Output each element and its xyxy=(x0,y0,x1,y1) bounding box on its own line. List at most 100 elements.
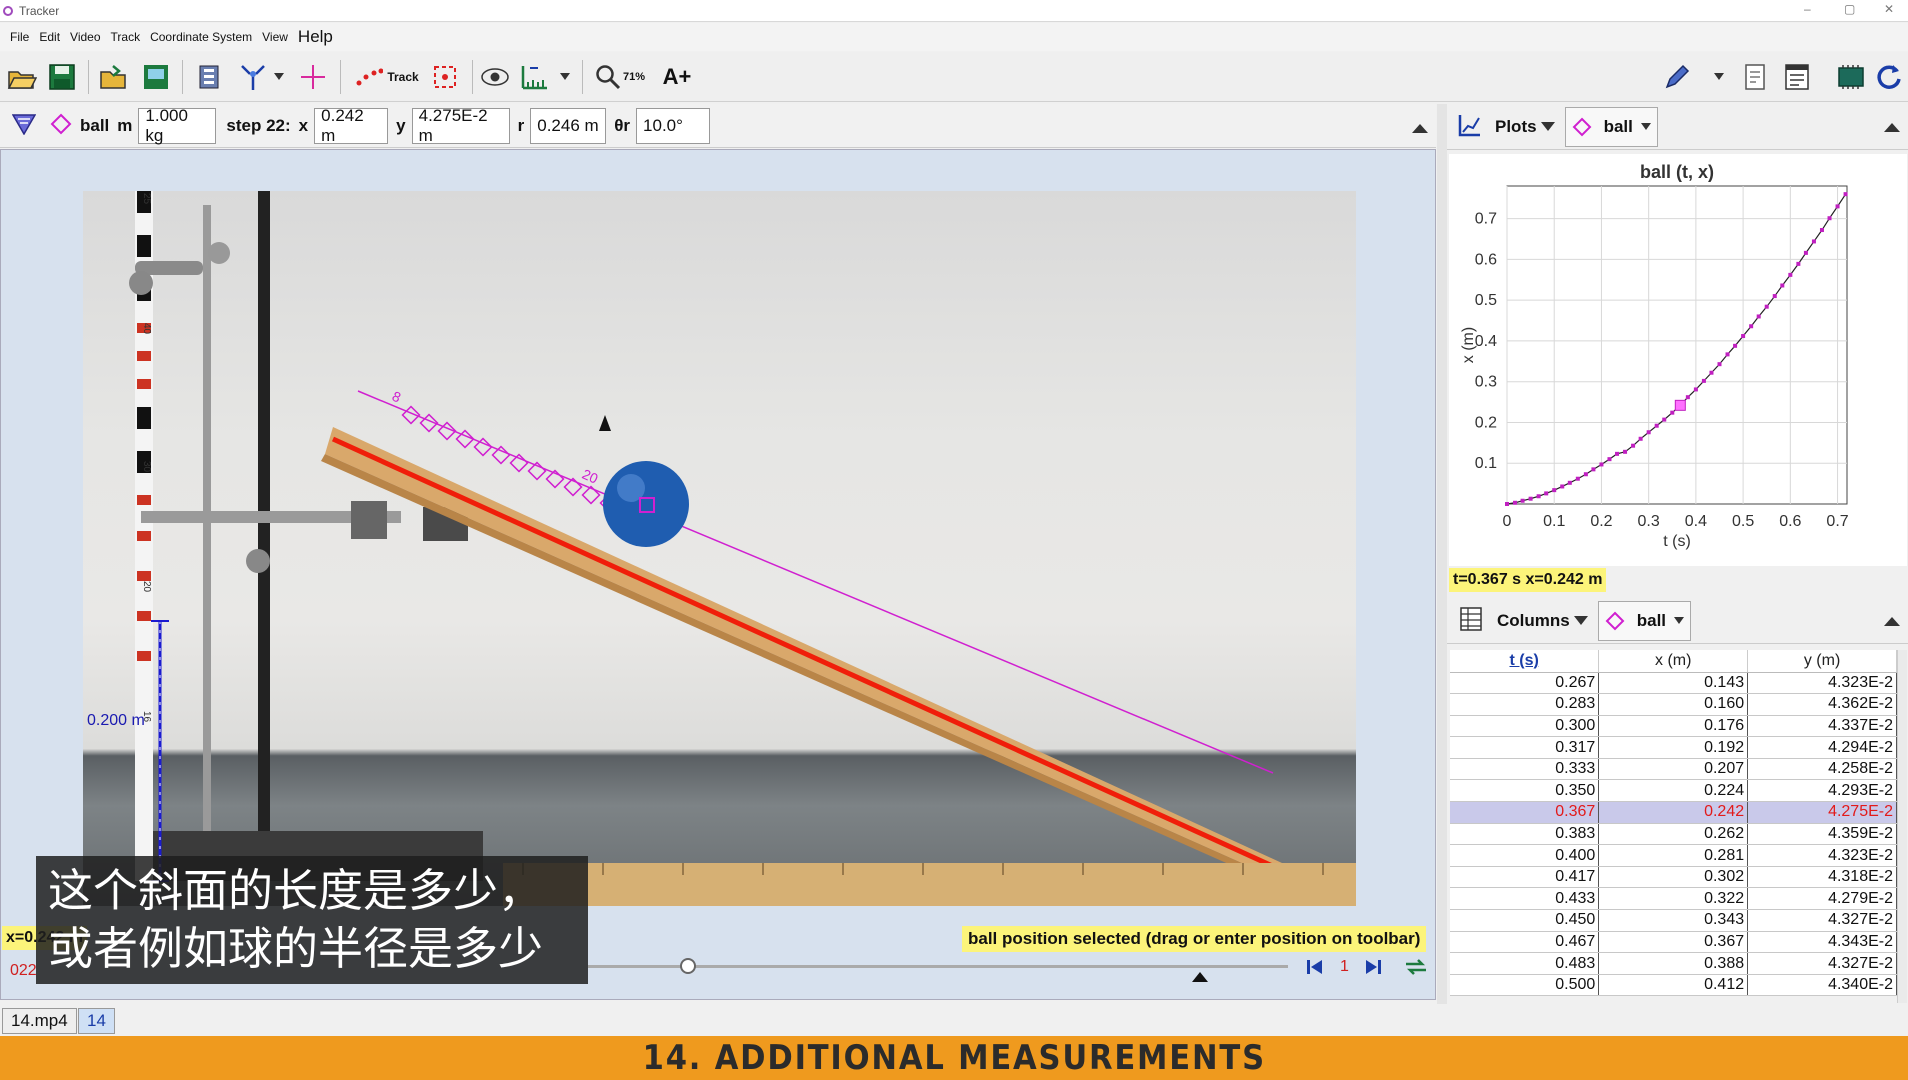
cell-x[interactable]: 0.176 xyxy=(1598,715,1749,738)
table-row[interactable]: 0.450 0.343 4.327E-2 xyxy=(1450,909,1897,932)
save-icon[interactable] xyxy=(44,60,80,94)
calibration-dropdown-icon[interactable] xyxy=(272,60,286,94)
cell-y[interactable]: 4.293E-2 xyxy=(1747,779,1897,803)
table-row[interactable]: 0.333 0.207 4.258E-2 xyxy=(1450,758,1897,781)
cell-y[interactable]: 4.323E-2 xyxy=(1747,672,1897,695)
table-row[interactable]: 0.500 0.412 4.340E-2 xyxy=(1450,974,1897,997)
cell-y[interactable]: 4.258E-2 xyxy=(1747,758,1897,781)
cell-t[interactable]: 0.267 xyxy=(1450,672,1600,695)
step-forward-icon[interactable] xyxy=(1364,958,1382,979)
r-field[interactable]: 0.246 m xyxy=(530,107,607,144)
cell-y[interactable]: 4.318E-2 xyxy=(1747,866,1897,889)
zoom-button[interactable]: 71% xyxy=(590,60,650,94)
memory-icon[interactable] xyxy=(1834,60,1868,94)
table-scrollbar[interactable] xyxy=(1897,650,1907,1003)
menu-help[interactable]: Help xyxy=(298,27,333,47)
cell-y[interactable]: 4.359E-2 xyxy=(1747,823,1897,846)
menu-video[interactable]: Video xyxy=(70,30,100,44)
cell-t[interactable]: 0.333 xyxy=(1450,758,1600,781)
table-row[interactable]: 0.350 0.224 4.293E-2 xyxy=(1450,779,1897,803)
axes-icon[interactable] xyxy=(296,60,330,94)
save-video-icon[interactable] xyxy=(138,60,174,94)
cell-t[interactable]: 0.283 xyxy=(1450,693,1600,716)
cell-x[interactable]: 0.143 xyxy=(1598,672,1749,695)
cell-y[interactable]: 4.294E-2 xyxy=(1747,736,1897,759)
theta-field[interactable]: 10.0° xyxy=(636,107,711,144)
cell-x[interactable]: 0.160 xyxy=(1598,693,1749,716)
track-menu-icon[interactable] xyxy=(11,113,37,138)
plots-menu-button[interactable]: Plots xyxy=(1495,117,1555,137)
table-row[interactable]: 0.383 0.262 4.359E-2 xyxy=(1450,823,1897,846)
table-row[interactable]: 0.483 0.388 4.327E-2 xyxy=(1450,952,1897,975)
cell-y[interactable]: 4.279E-2 xyxy=(1747,887,1897,911)
y-field[interactable]: 4.275E-2 m xyxy=(411,106,510,145)
plot-track-combo[interactable]: ball xyxy=(1564,106,1658,147)
minimize-icon[interactable]: – xyxy=(1804,2,1811,16)
measuring-tools-icon[interactable] xyxy=(518,60,552,94)
cell-t[interactable]: 0.450 xyxy=(1450,909,1600,932)
cell-t[interactable]: 0.350 xyxy=(1450,779,1600,803)
cell-x[interactable]: 0.367 xyxy=(1598,931,1749,954)
column-header-y[interactable]: y (m) xyxy=(1747,650,1897,673)
open-icon[interactable] xyxy=(4,60,40,94)
split-divider[interactable] xyxy=(1437,104,1447,1004)
table-row[interactable]: 0.400 0.281 4.323E-2 xyxy=(1450,844,1897,867)
cell-x[interactable]: 0.281 xyxy=(1598,844,1749,867)
cell-t[interactable]: 0.383 xyxy=(1450,823,1600,846)
video-frame[interactable]: 0.200 m 8 20 25 40 30 20 16 xyxy=(83,191,1356,906)
cell-y[interactable]: 4.362E-2 xyxy=(1747,693,1897,716)
cell-t[interactable]: 0.417 xyxy=(1450,866,1600,889)
cell-x[interactable]: 0.242 xyxy=(1598,801,1749,824)
collapse-toolbar-icon[interactable] xyxy=(1412,120,1428,136)
cell-y[interactable]: 4.323E-2 xyxy=(1747,844,1897,867)
cell-x[interactable]: 0.302 xyxy=(1598,866,1749,889)
table-row[interactable]: 0.267 0.143 4.323E-2 xyxy=(1450,672,1897,695)
visibility-eye-icon[interactable] xyxy=(478,60,512,94)
collapse-table-icon[interactable] xyxy=(1884,616,1900,626)
pencil-dropdown-icon[interactable] xyxy=(1712,60,1726,94)
notes-icon[interactable] xyxy=(1738,60,1772,94)
cell-t[interactable]: 0.300 xyxy=(1450,715,1600,738)
clip-settings-icon[interactable] xyxy=(192,60,226,94)
menu-edit[interactable]: Edit xyxy=(39,30,60,44)
create-track-button[interactable]: Track xyxy=(350,60,424,94)
data-table[interactable]: t (s) x (m) y (m) 0.267 0.143 4.323E-2 0.28… xyxy=(1450,650,1897,997)
table-row[interactable]: 0.283 0.160 4.362E-2 xyxy=(1450,693,1897,716)
description-icon[interactable] xyxy=(1780,60,1814,94)
cell-x[interactable]: 0.412 xyxy=(1598,974,1749,997)
cell-y[interactable]: 4.343E-2 xyxy=(1747,931,1897,954)
cell-x[interactable]: 0.192 xyxy=(1598,736,1749,759)
end-frame-marker[interactable] xyxy=(1192,972,1208,982)
collapse-plot-icon[interactable] xyxy=(1884,122,1900,132)
menu-coordinate-system[interactable]: Coordinate System xyxy=(150,30,252,44)
autotracker-icon[interactable] xyxy=(428,60,462,94)
calibration-tools-icon[interactable] xyxy=(236,60,270,94)
cell-x[interactable]: 0.388 xyxy=(1598,952,1749,975)
step-back-icon[interactable] xyxy=(1306,958,1324,979)
cell-t[interactable]: 0.433 xyxy=(1450,887,1600,911)
tab-video-file[interactable]: 14.mp4 xyxy=(2,1008,77,1034)
table-row[interactable]: 0.467 0.367 4.343E-2 xyxy=(1450,931,1897,954)
maximize-icon[interactable]: ▢ xyxy=(1844,2,1855,16)
cell-x[interactable]: 0.322 xyxy=(1598,887,1749,911)
cell-t[interactable]: 0.483 xyxy=(1450,952,1600,975)
column-header-x[interactable]: x (m) xyxy=(1598,650,1749,673)
column-header-t[interactable]: t (s) xyxy=(1450,650,1600,673)
position-time-chart[interactable]: 0 0.1 0.2 0.3 0.4 0.5 0.6 0.7 0.1 0.2 0.3 0.4 0.5 0.6… xyxy=(1449,154,1907,566)
cell-x[interactable]: 0.224 xyxy=(1598,779,1749,803)
track-name[interactable]: ball xyxy=(80,116,109,136)
table-row[interactable]: 0.417 0.302 4.318E-2 xyxy=(1450,866,1897,889)
font-size-button[interactable]: A+ xyxy=(660,60,694,94)
refresh-icon[interactable] xyxy=(1872,60,1906,94)
plot-area[interactable]: 0 0.1 0.2 0.3 0.4 0.5 0.6 0.7 0.1 0.2 0.3 0.4 0.5 0.6… xyxy=(1449,154,1907,566)
open-folder-icon[interactable] xyxy=(96,60,132,94)
tape-measure-label[interactable]: 0.200 m xyxy=(87,712,145,730)
table-row[interactable]: 0.300 0.176 4.337E-2 xyxy=(1450,715,1897,738)
mass-field[interactable]: 1.000 kg xyxy=(138,106,217,145)
table-row[interactable]: 0.433 0.322 4.279E-2 xyxy=(1450,887,1897,911)
cell-x[interactable]: 0.207 xyxy=(1598,758,1749,781)
step-size[interactable]: 1 xyxy=(1340,958,1349,976)
table-track-combo[interactable]: ball xyxy=(1597,600,1692,641)
pencil-icon[interactable] xyxy=(1660,60,1694,94)
table-row[interactable]: 0.317 0.192 4.294E-2 xyxy=(1450,736,1897,759)
